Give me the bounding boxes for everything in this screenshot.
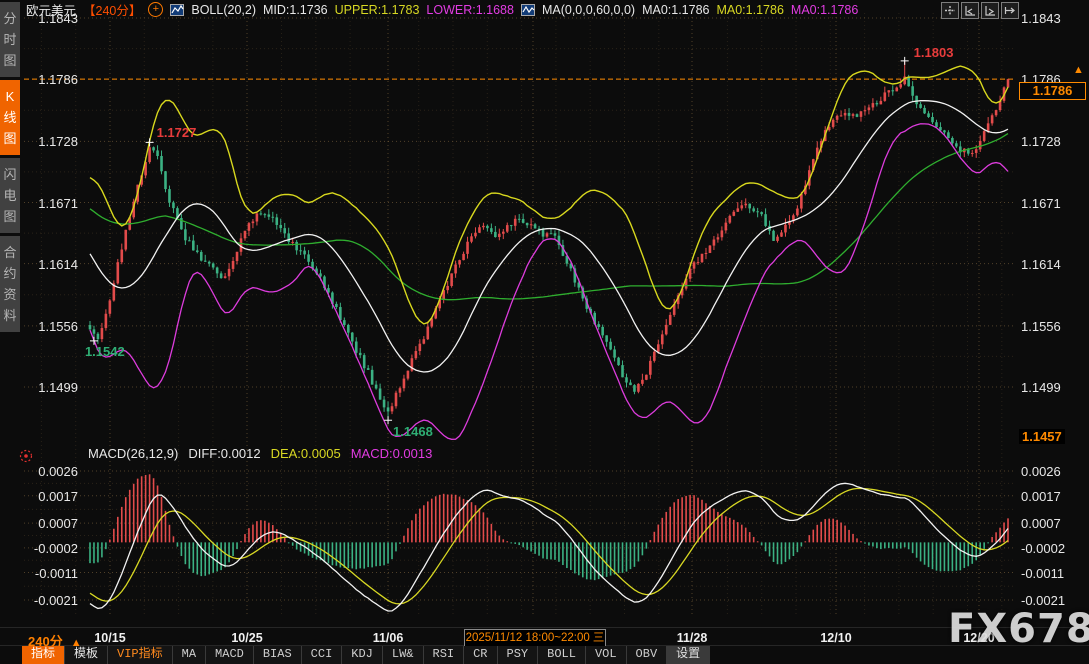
macd-dea-value: DEA:0.0005	[271, 446, 341, 461]
toolbar-item-cr[interactable]: CR	[464, 646, 497, 664]
date-label: 12/10	[804, 631, 868, 645]
ma-indicator-icon[interactable]	[521, 4, 535, 16]
toolbar-item-lwr[interactable]: LW&	[383, 646, 424, 664]
toolbar-item-boll[interactable]: BOLL	[538, 646, 586, 664]
current-price-tag: 1.1786	[1019, 82, 1086, 100]
toolbar-item-psy[interactable]: PSY	[498, 646, 539, 664]
price-axis-label-right: 1.1728	[1021, 134, 1061, 149]
toolbar-item-obv[interactable]: OBV	[627, 646, 668, 664]
macd-axis-label-left: 0.0007	[20, 516, 78, 531]
crosshair-tool-icon[interactable]	[941, 2, 959, 19]
boll-label: BOLL(20,2)	[191, 3, 256, 17]
toolbar-item-cci[interactable]: CCI	[302, 646, 343, 664]
left-sidebar: 分时图 K线图 闪电图 合约资料	[0, 0, 20, 664]
macd-axis-label-right: 0.0017	[1021, 489, 1061, 504]
price-axis-label-left: 1.1728	[20, 134, 78, 149]
boll-indicator-icon[interactable]	[170, 4, 184, 16]
date-label: 12/20	[947, 631, 1011, 645]
candles-layer	[89, 61, 1010, 420]
price-annotation: 1.1468	[393, 424, 433, 439]
period-label: 【240分】	[83, 0, 141, 19]
crosshair-target-icon[interactable]	[18, 448, 34, 464]
price-axis-label-left: 1.1614	[20, 257, 78, 272]
macd-axis-label-right: -0.0002	[1021, 541, 1065, 556]
date-label: 10/25	[215, 631, 279, 645]
pan-right-icon[interactable]	[1001, 2, 1019, 19]
ma0-magenta-value: MA0:1.1786	[791, 3, 858, 17]
macd-axis-label-left: 0.0026	[20, 464, 78, 479]
price-axis-label-left: 1.1786	[20, 72, 78, 87]
price-annotation: 1.1727	[157, 125, 197, 140]
boll-upper-value: UPPER:1.1783	[335, 3, 420, 17]
add-indicator-icon[interactable]: +	[148, 2, 163, 17]
macd-diff-value: DIFF:0.0012	[188, 446, 260, 461]
scale-right-icon[interactable]	[981, 2, 999, 19]
price-axis-label-left: 1.1556	[20, 319, 78, 334]
crosshair-date-box: 2025/11/12 18:00~22:00 三	[464, 629, 606, 647]
price-axis-label-right: 1.1843	[1021, 11, 1061, 26]
chart-canvas[interactable]	[0, 0, 1089, 664]
scale-left-icon[interactable]	[961, 2, 979, 19]
divider-line	[0, 627, 1089, 628]
toolbar-item-ma[interactable]: MA	[173, 646, 206, 664]
price-annotation: 1.1542	[85, 344, 125, 359]
toolbar-item-vol[interactable]: VOL	[586, 646, 627, 664]
ma0-yellow-value: MA0:1.1786	[716, 3, 783, 17]
date-label: 11/28	[660, 631, 724, 645]
macd-params-label: MACD(26,12,9)	[88, 446, 178, 461]
toolbar-item-macd[interactable]: MACD	[206, 646, 254, 664]
sidebar-item-lightning-chart[interactable]: 闪电图	[0, 158, 20, 233]
ma-label: MA(0,0,0,60,0,0)	[542, 3, 635, 17]
macd-macd-value: MACD:0.0013	[351, 446, 433, 461]
macd-layer	[90, 474, 1008, 611]
price-axis-label-right: 1.1556	[1021, 319, 1061, 334]
sidebar-item-time-chart[interactable]: 分时图	[0, 2, 20, 77]
chart-tool-buttons	[941, 2, 1019, 19]
macd-axis-label-right: 0.0007	[1021, 516, 1061, 531]
price-axis-label-right: 1.1614	[1021, 257, 1061, 272]
toolbar-item-kdj[interactable]: KDJ	[342, 646, 383, 664]
chart-header: 欧元美元 【240分】 + BOLL(20,2) MID:1.1736 UPPE…	[26, 1, 858, 18]
price-annotation: 1.1803	[914, 45, 954, 60]
indicator-toolbar: 指标模板VIP指标MAMACDBIASCCIKDJLW&RSICRPSYBOLL…	[22, 646, 710, 664]
macd-axis-label-left: -0.0021	[20, 593, 78, 608]
macd-axis-label-right: -0.0011	[1021, 566, 1064, 581]
toolbar-item-rsi[interactable]: RSI	[424, 646, 465, 664]
price-axis-label-left: 1.1499	[20, 380, 78, 395]
sidebar-item-kline-chart[interactable]: K线图	[0, 80, 20, 155]
toolbar-item-template[interactable]: 模板	[65, 646, 108, 664]
boll-mid-value: MID:1.1736	[263, 3, 328, 17]
ma-boll-lines-layer	[90, 66, 1008, 439]
macd-axis-label-right: -0.0021	[1021, 593, 1065, 608]
ma0-white-value: MA0:1.1786	[642, 3, 709, 17]
toolbar-item-bias[interactable]: BIAS	[254, 646, 302, 664]
trading-app-window: 分时图 K线图 闪电图 合约资料 欧元美元 【240分】 + BOLL(20,2…	[0, 0, 1089, 664]
symbol-name: 欧元美元	[26, 0, 76, 19]
macd-axis-label-left: -0.0002	[20, 541, 78, 556]
macd-header: MACD(26,12,9) DIFF:0.0012 DEA:0.0005 MAC…	[88, 446, 432, 461]
price-axis-label-left: 1.1671	[20, 196, 78, 211]
low-price-tag: 1.1457	[1019, 429, 1065, 444]
date-label: 10/15	[78, 631, 142, 645]
macd-axis-label-left: 0.0017	[20, 489, 78, 504]
macd-axis-label-left: -0.0011	[20, 566, 78, 581]
toolbar-item-vip-indicator[interactable]: VIP指标	[108, 646, 173, 664]
toolbar-item-indicator[interactable]: 指标	[22, 646, 65, 664]
price-axis-label-right: 1.1671	[1021, 196, 1061, 211]
date-label: 11/06	[356, 631, 420, 645]
toolbar-item-settings[interactable]: 设置	[667, 646, 710, 664]
price-axis-label-right: 1.1499	[1021, 380, 1061, 395]
macd-axis-label-right: 0.0026	[1021, 464, 1061, 479]
extreme-marker	[146, 138, 154, 146]
extreme-marker	[901, 57, 909, 65]
price-up-arrow-icon: ▲	[1073, 64, 1084, 76]
boll-lower-value: LOWER:1.1688	[426, 3, 514, 17]
sidebar-item-contract-info[interactable]: 合约资料	[0, 236, 20, 332]
